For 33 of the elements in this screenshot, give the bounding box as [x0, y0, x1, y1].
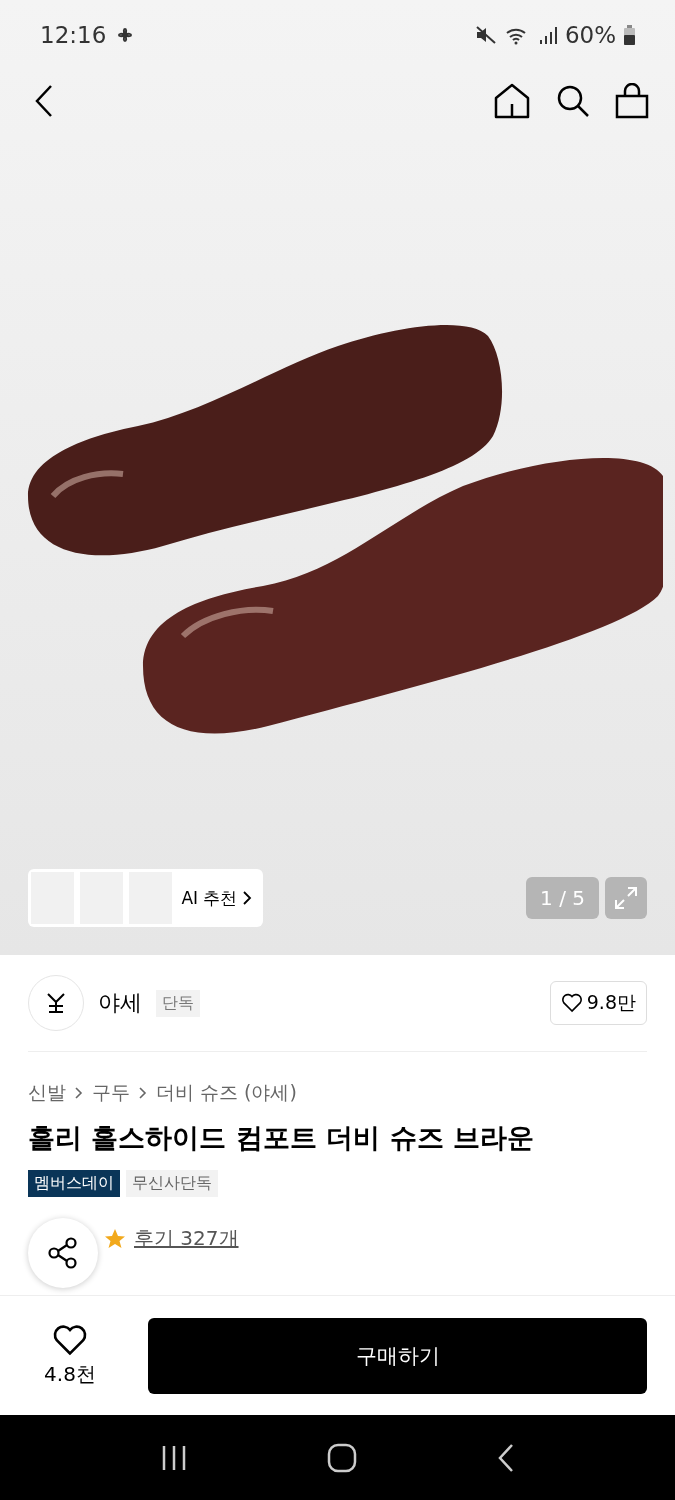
home-button[interactable] [493, 82, 531, 120]
ai-recommend-button[interactable]: AI 추천 [28, 869, 264, 927]
breadcrumb-link[interactable]: 신발 [28, 1080, 66, 1106]
signal-icon [538, 26, 557, 44]
battery-icon [624, 25, 635, 45]
mute-icon [474, 25, 497, 45]
shopping-bag-button[interactable] [615, 83, 649, 119]
star-icon [104, 1227, 126, 1250]
image-counter: 1 / 5 [526, 877, 599, 919]
search-button[interactable] [555, 83, 591, 119]
heart-icon [52, 1324, 88, 1357]
chevron-icon [74, 1086, 84, 1100]
share-button[interactable] [28, 1218, 98, 1288]
product-title: 홀리 홀스하이드 컴포트 더비 슈즈 브라운 [28, 1121, 535, 1155]
back-nav-button[interactable] [497, 1442, 516, 1473]
home-nav-button[interactable] [327, 1442, 358, 1473]
brand-tag: 단독 [156, 989, 200, 1017]
heart-icon [560, 993, 583, 1013]
chevron-icon [138, 1086, 148, 1100]
chevron-icon [241, 890, 254, 906]
review-link[interactable]: 후기 327개 [134, 1225, 239, 1252]
back-button[interactable] [34, 84, 54, 118]
status-time: 12:16 [40, 22, 107, 48]
brand-like-button[interactable]: 9.8만 [549, 981, 647, 1025]
battery-percent: 60% [564, 22, 616, 48]
buy-button[interactable]: 구매하기 [148, 1318, 647, 1394]
breadcrumb-link[interactable]: 구두 [92, 1080, 130, 1106]
brand-name[interactable]: 야세 [98, 988, 142, 1018]
expand-icon [613, 885, 639, 911]
product-tag: 멤버스데이 [28, 1170, 120, 1197]
product-tag: 무신사단독 [126, 1170, 218, 1197]
wishlist-button[interactable]: 4.8천 [28, 1324, 112, 1388]
breadcrumb-link[interactable]: 더비 슈즈 (야세) [156, 1080, 297, 1106]
